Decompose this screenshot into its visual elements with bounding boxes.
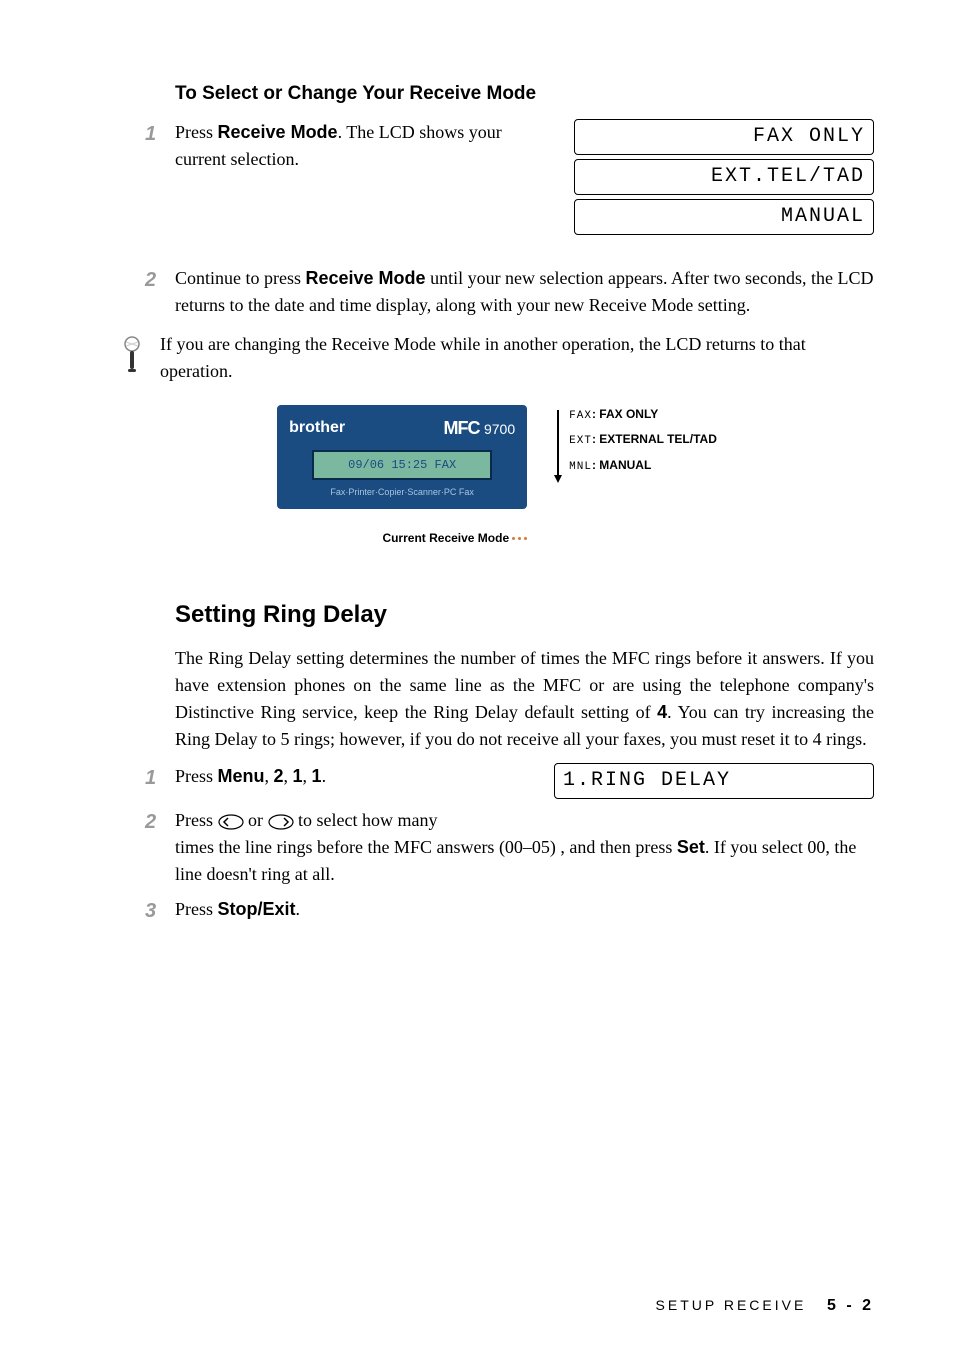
s2-step-3-number: 3 bbox=[145, 896, 175, 926]
lcd-ring-delay: 1.RING DELAY bbox=[554, 763, 874, 799]
s2-step-3-text: Press Stop/Exit. bbox=[175, 896, 874, 926]
key-1: 1 bbox=[293, 766, 303, 786]
comma: , bbox=[284, 766, 293, 786]
note-text: If you are changing the Receive Mode whi… bbox=[160, 331, 874, 385]
s2-step3-pre: Press bbox=[175, 899, 218, 919]
legend-item-mnl: MNL: MANUAL bbox=[569, 456, 717, 476]
lcd-fax-only: FAX ONLY bbox=[574, 119, 874, 155]
s2-step-3-row: 3 Press Stop/Exit. bbox=[120, 896, 874, 926]
comma: , bbox=[303, 766, 312, 786]
device-lcd: 09/06 15:25 FAX bbox=[312, 450, 492, 480]
note-icon bbox=[120, 336, 150, 382]
footer-page-number: 5 - 2 bbox=[827, 1297, 874, 1314]
step-1-text: Press Receive Mode. The LCD shows your c… bbox=[175, 119, 554, 173]
step-1-pre: Press bbox=[175, 122, 218, 142]
menu-button-ref: Menu bbox=[218, 766, 265, 786]
device-diagram: brother MFC 9700 09/06 15:25 FAX Fax·Pri… bbox=[120, 405, 874, 548]
mfc-logo: MFC bbox=[443, 418, 479, 438]
stop-exit-button-ref: Stop/Exit bbox=[218, 899, 296, 919]
brother-logo: brother bbox=[289, 416, 345, 440]
receive-mode-button-ref-2: Receive Mode bbox=[306, 268, 426, 288]
legend-item-ext: EXT: EXTERNAL TEL/TAD bbox=[569, 430, 717, 450]
mode-legend: FAX: FAX ONLY EXT: EXTERNAL TEL/TAD MNL:… bbox=[557, 405, 717, 482]
legend-label: FAX ONLY bbox=[599, 407, 658, 421]
legend-label: MANUAL bbox=[599, 458, 651, 472]
legend-arrow-icon bbox=[554, 475, 562, 483]
step-2-number: 2 bbox=[145, 265, 175, 319]
legend-code: MNL bbox=[569, 461, 592, 473]
device-panel-box: brother MFC 9700 09/06 15:25 FAX Fax·Pri… bbox=[277, 405, 527, 510]
comma: , bbox=[265, 766, 274, 786]
left-arrow-icon bbox=[218, 814, 244, 830]
section-heading-ring-delay: Setting Ring Delay bbox=[175, 597, 874, 633]
lcd-ext-tel-tad: EXT.TEL/TAD bbox=[574, 159, 874, 195]
right-arrow-icon bbox=[268, 814, 294, 830]
current-receive-mode-caption: Current Receive Mode bbox=[382, 529, 527, 547]
legend-code: EXT bbox=[569, 435, 592, 447]
s2-step-1-row: 1 Press Menu, 2, 1, 1. 1.RING DELAY bbox=[120, 763, 874, 799]
legend-item-fax: FAX: FAX ONLY bbox=[569, 405, 717, 425]
step-2-row: 2 Continue to press Receive Mode until y… bbox=[120, 265, 874, 319]
footer-section: SETUP RECEIVE bbox=[656, 1297, 807, 1313]
key-1b: 1 bbox=[312, 766, 322, 786]
s2-step-2-text: Press or to select how many times the li… bbox=[175, 807, 874, 888]
s2-step2-post1: to select how many bbox=[298, 810, 437, 830]
subheading: To Select or Change Your Receive Mode bbox=[175, 80, 874, 109]
para-bold-4: 4 bbox=[657, 702, 667, 722]
step-1-row: 1 Press Receive Mode. The LCD shows your… bbox=[120, 119, 874, 235]
s2-step1-pre: Press bbox=[175, 766, 218, 786]
s2-step2-mid: or bbox=[248, 810, 268, 830]
lcd-option-stack: FAX ONLY EXT.TEL/TAD MANUAL bbox=[574, 119, 874, 235]
s2-step-1-text: Press Menu, 2, 1, 1. bbox=[175, 763, 326, 790]
s2-step-1-number: 1 bbox=[145, 763, 175, 799]
s2-step-2-number: 2 bbox=[145, 807, 175, 888]
legend-code: FAX bbox=[569, 410, 592, 422]
receive-mode-button-ref: Receive Mode bbox=[218, 122, 338, 142]
ring-delay-paragraph: The Ring Delay setting determines the nu… bbox=[175, 645, 874, 753]
s2-step2-pre: Press bbox=[175, 810, 218, 830]
page-footer: SETUP RECEIVE 5 - 2 bbox=[656, 1294, 874, 1318]
period: . bbox=[322, 766, 327, 786]
key-2: 2 bbox=[274, 766, 284, 786]
model-number: 9700 bbox=[484, 421, 515, 437]
note-row: If you are changing the Receive Mode whi… bbox=[120, 331, 874, 385]
caption-text: Current Receive Mode bbox=[382, 529, 509, 547]
legend-bracket-line bbox=[557, 410, 559, 477]
set-button-ref: Set bbox=[677, 837, 705, 857]
dot-icon bbox=[518, 537, 521, 540]
dot-icon bbox=[512, 537, 515, 540]
device-function-labels: Fax·Printer·Copier·Scanner·PC Fax bbox=[289, 486, 515, 500]
s2-step2-post2-pre: times the line rings before the MFC answ… bbox=[175, 837, 677, 857]
s2-step-2-row: 2 Press or to select how many times the … bbox=[120, 807, 874, 888]
step-2-text: Continue to press Receive Mode until you… bbox=[175, 265, 874, 319]
legend-label: EXTERNAL TEL/TAD bbox=[599, 432, 717, 446]
dot-icon bbox=[524, 537, 527, 540]
step-2-pre: Continue to press bbox=[175, 268, 306, 288]
lcd-manual: MANUAL bbox=[574, 199, 874, 235]
step-1-number: 1 bbox=[145, 119, 175, 235]
s2-step3-post: . bbox=[296, 899, 301, 919]
